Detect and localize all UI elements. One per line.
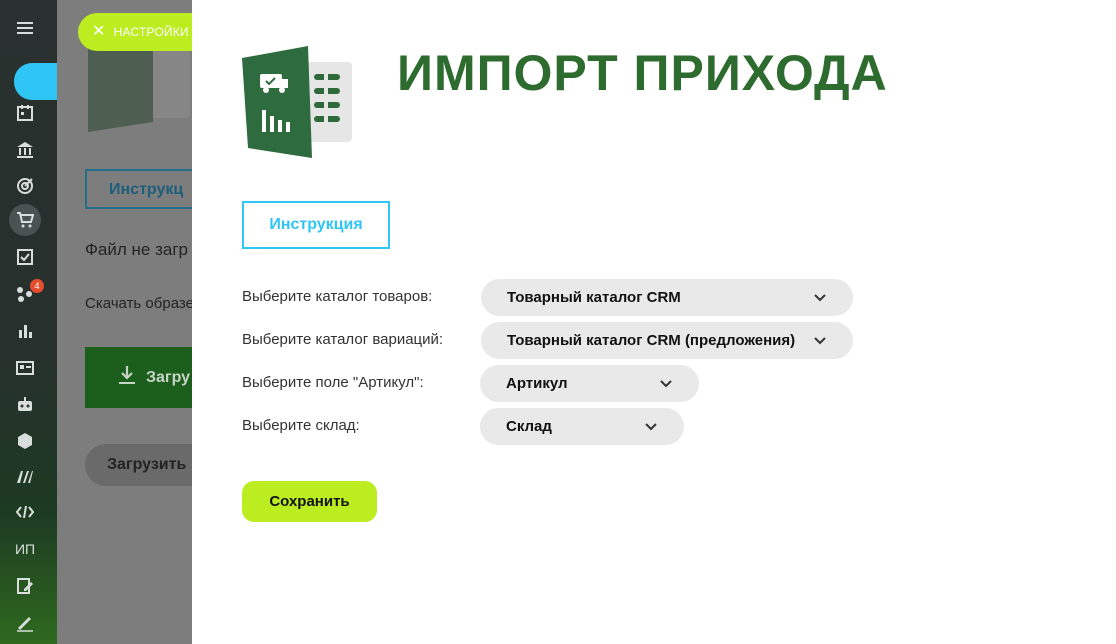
- spreadsheet-truck-icon: [242, 46, 354, 165]
- chevron-down-icon: [645, 422, 657, 430]
- robot-icon[interactable]: [12, 391, 38, 417]
- chevron-down-icon: [814, 293, 826, 301]
- box-icon[interactable]: [12, 428, 38, 454]
- page-title: ИМПОРТ ПРИХОДА: [397, 45, 888, 101]
- catalog-select[interactable]: Товарный каталог CRM: [481, 279, 853, 316]
- catalog-label: Выберите каталог товаров:: [242, 288, 433, 305]
- calendar-icon[interactable]: [12, 100, 38, 126]
- sidebar-item-ip[interactable]: ИП: [12, 536, 38, 562]
- notification-badge: 4: [30, 279, 44, 293]
- warehouse-select-value: Склад: [506, 418, 552, 435]
- logo-m-icon[interactable]: [12, 464, 38, 490]
- article-select[interactable]: Артикул: [480, 365, 699, 402]
- article-label: Выберите поле "Артикул":: [242, 374, 424, 391]
- import-settings-panel: ИМПОРТ ПРИХОДА Инструкция Выберите катал…: [192, 0, 1116, 644]
- article-select-value: Артикул: [506, 375, 568, 392]
- hamburger-icon[interactable]: [12, 15, 38, 41]
- download-icon: [118, 365, 136, 390]
- app-root: 4 ИП Инструкц Файл не загр Скачать образ…: [0, 0, 1116, 644]
- close-icon: ✕: [92, 23, 106, 40]
- background-upload-label: Загру: [146, 368, 191, 386]
- warehouse-select[interactable]: Склад: [480, 408, 684, 445]
- chevron-down-icon: [660, 379, 672, 387]
- variations-label: Выберите каталог вариаций:: [242, 331, 444, 348]
- bank-icon[interactable]: [12, 137, 38, 163]
- bar-chart-icon[interactable]: [12, 318, 38, 344]
- background-file-status: Файл не загр: [85, 240, 188, 259]
- instruction-button[interactable]: Инструкция: [242, 201, 390, 249]
- edit-icon[interactable]: [12, 573, 38, 599]
- contact-card-icon[interactable]: [12, 355, 38, 381]
- cart-icon[interactable]: [12, 207, 38, 233]
- warehouse-label: Выберите склад:: [242, 417, 360, 434]
- background-download-sample: Скачать образе: [85, 295, 194, 312]
- code-icon[interactable]: [12, 499, 38, 525]
- catalog-select-value: Товарный каталог CRM: [507, 289, 681, 306]
- sign-icon[interactable]: [12, 610, 38, 636]
- variations-select[interactable]: Товарный каталог CRM (предложения): [481, 322, 853, 359]
- target-icon[interactable]: [12, 173, 38, 199]
- save-button[interactable]: Сохранить: [242, 481, 377, 522]
- settings-label: НАСТРОЙКИ: [113, 25, 189, 39]
- checkbox-icon[interactable]: [12, 244, 38, 270]
- left-sidebar: 4 ИП: [0, 0, 62, 644]
- close-slider-tab[interactable]: [14, 63, 62, 100]
- settings-close-button[interactable]: ✕ НАСТРОЙКИ: [78, 13, 192, 51]
- variations-select-value: Товарный каталог CRM (предложения): [507, 332, 796, 349]
- chevron-down-icon: [814, 336, 826, 344]
